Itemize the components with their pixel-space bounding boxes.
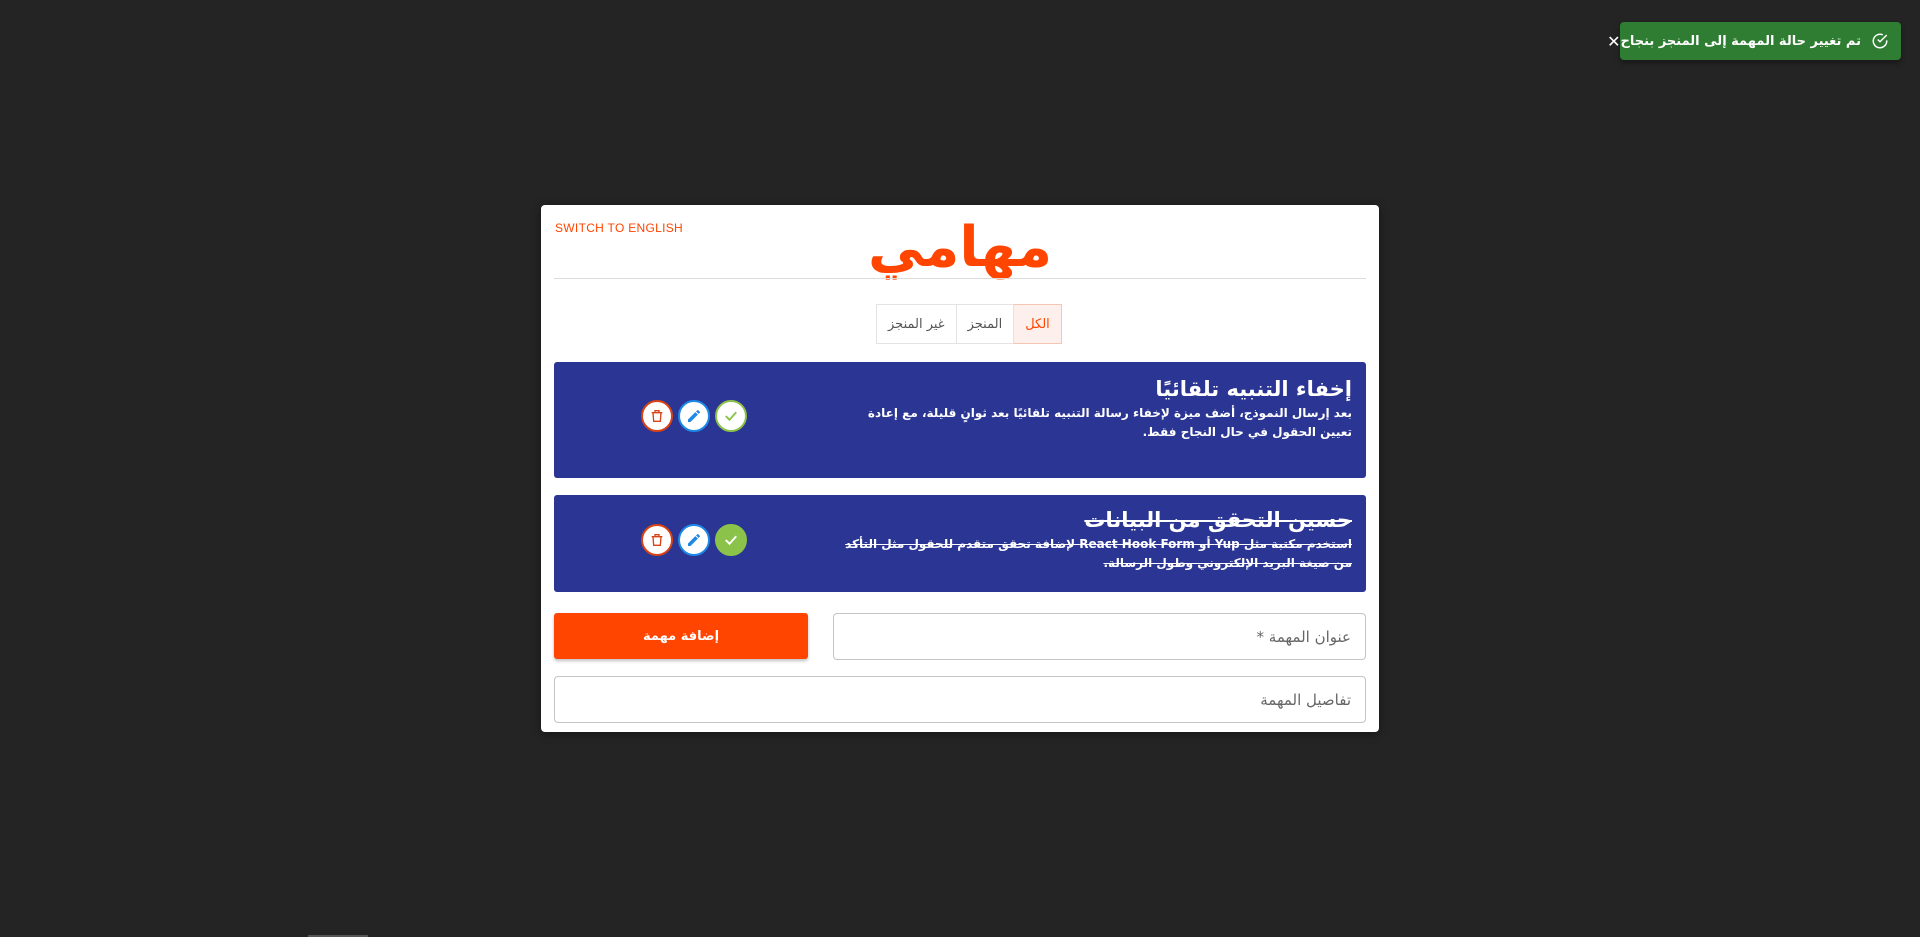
complete-task-button[interactable] <box>715 400 747 432</box>
task-description: استخدم مكتبة مثل Yup أو React Hook Form … <box>845 537 1352 570</box>
tab-not-completed[interactable]: غير المنجز <box>876 304 957 344</box>
delete-task-button[interactable] <box>641 524 673 556</box>
task-card: حسين التحقق من البيانات استخدم مكتبة مثل… <box>554 495 1366 592</box>
task-title-input[interactable] <box>846 614 1353 659</box>
task-actions <box>641 400 747 432</box>
task-actions <box>641 524 747 556</box>
complete-task-button[interactable] <box>715 524 747 556</box>
add-task-button[interactable]: إضافة مهمة <box>554 613 808 659</box>
edit-task-button[interactable] <box>678 400 710 432</box>
trash-icon <box>651 410 663 422</box>
todo-card: SWITCH TO ENGLISH مهامي الكل المنجز غير … <box>541 205 1379 732</box>
task-card: إخفاء التنبيه تلقائيًا بعد إرسال النموذج… <box>554 362 1366 478</box>
toast-message: تم تغيير حالة المهمة إلى المنجز بنجاح <box>1620 33 1861 49</box>
task-title: إخفاء التنبيه تلقائيًا <box>1155 377 1352 401</box>
task-details-field <box>554 676 1366 723</box>
task-details-input[interactable] <box>567 677 1353 722</box>
header-divider <box>554 278 1366 279</box>
pencil-icon <box>688 409 700 422</box>
tab-all[interactable]: الكل <box>1013 304 1062 344</box>
task-title: حسين التحقق من البيانات <box>1084 508 1352 532</box>
task-title-field <box>833 613 1366 660</box>
task-content: إخفاء التنبيه تلقائيًا بعد إرسال النموذج… <box>832 374 1352 442</box>
check-circle-icon <box>1871 32 1889 50</box>
success-toast: تم تغيير حالة المهمة إلى المنجز بنجاح ✕ <box>1607 22 1901 60</box>
edit-task-button[interactable] <box>678 524 710 556</box>
filter-tabs: الكل المنجز غير المنجز <box>876 304 1062 344</box>
page-title: مهامي <box>868 215 1052 280</box>
trash-icon <box>651 534 663 546</box>
toast-close-button[interactable]: ✕ <box>1607 32 1620 51</box>
check-icon <box>725 411 737 422</box>
task-content: حسين التحقق من البيانات استخدم مكتبة مثل… <box>832 505 1352 573</box>
check-icon <box>725 535 737 546</box>
pencil-icon <box>688 533 700 546</box>
task-description: بعد إرسال النموذج، أضف ميزة لإخفاء رسالة… <box>867 406 1352 439</box>
tab-completed[interactable]: المنجز <box>955 304 1015 344</box>
delete-task-button[interactable] <box>641 400 673 432</box>
